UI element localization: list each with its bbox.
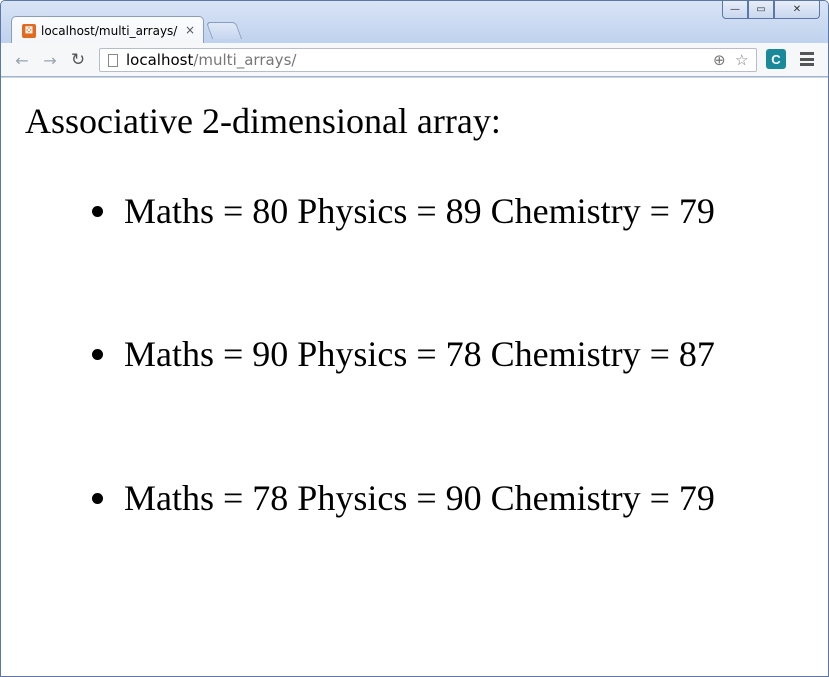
page-icon bbox=[108, 53, 118, 67]
bullet-icon bbox=[92, 205, 103, 217]
url-host: localhost bbox=[126, 51, 194, 69]
browser-tab[interactable]: ⊠ localhost/multi_arrays/ × bbox=[11, 16, 204, 44]
extension-icon[interactable]: C bbox=[766, 49, 786, 69]
list-item: Maths = 78 Physics = 90 Chemistry = 79 bbox=[92, 473, 715, 523]
star-icon[interactable]: ☆ bbox=[735, 51, 748, 69]
title-bar: ⊠ localhost/multi_arrays/ × — ▭ ✕ bbox=[1, 1, 828, 44]
close-window-button[interactable]: ✕ bbox=[774, 1, 820, 19]
window-controls: — ▭ ✕ bbox=[722, 1, 820, 19]
list-item-text: Maths = 80 Physics = 89 Chemistry = 79 bbox=[124, 191, 715, 231]
maximize-button[interactable]: ▭ bbox=[748, 1, 774, 19]
address-bar[interactable]: localhost/multi_arrays/ ⊕ ☆ bbox=[99, 48, 757, 72]
list-item-text: Maths = 90 Physics = 78 Chemistry = 87 bbox=[124, 334, 715, 374]
favicon-icon: ⊠ bbox=[22, 23, 36, 38]
url-path: /multi_arrays/ bbox=[193, 51, 297, 69]
list-item-text: Maths = 78 Physics = 90 Chemistry = 79 bbox=[124, 478, 715, 518]
zoom-icon[interactable]: ⊕ bbox=[713, 51, 726, 69]
new-tab-button[interactable] bbox=[205, 22, 243, 39]
page-content: Associative 2-dimensional array: Maths =… bbox=[1, 78, 828, 676]
bullet-icon bbox=[92, 348, 103, 360]
page-heading: Associative 2-dimensional array: bbox=[25, 101, 501, 141]
list-item: Maths = 80 Physics = 89 Chemistry = 79 bbox=[92, 186, 715, 236]
back-arrow-icon[interactable]: ← bbox=[13, 51, 31, 70]
list-item: Maths = 90 Physics = 78 Chemistry = 87 bbox=[92, 329, 715, 379]
menu-icon[interactable] bbox=[800, 52, 814, 66]
tab-title: localhost/multi_arrays/ bbox=[41, 23, 178, 38]
url-text: localhost/multi_arrays/ bbox=[126, 51, 296, 69]
minimize-button[interactable]: — bbox=[722, 1, 748, 19]
browser-toolbar: ← → ↻ localhost/multi_arrays/ ⊕ ☆ C bbox=[1, 43, 828, 77]
browser-window: ⊠ localhost/multi_arrays/ × — ▭ ✕ ← → ↻ … bbox=[0, 0, 829, 677]
reload-icon[interactable]: ↻ bbox=[69, 50, 87, 70]
forward-arrow-icon[interactable]: → bbox=[41, 51, 59, 70]
bullet-icon bbox=[92, 492, 103, 504]
tab-close-icon[interactable]: × bbox=[185, 23, 195, 37]
